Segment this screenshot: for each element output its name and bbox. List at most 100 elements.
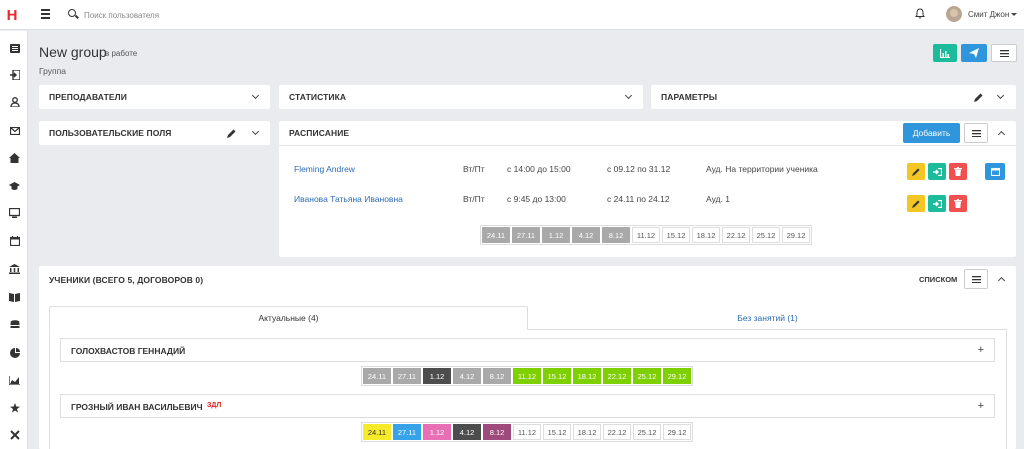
date-cell[interactable]: 24.11 bbox=[363, 368, 391, 384]
sign-in-icon[interactable] bbox=[9, 70, 20, 80]
pencil-icon[interactable] bbox=[974, 93, 983, 102]
schedule-teacher-link[interactable]: Fleming Andrew bbox=[294, 164, 355, 174]
chevron-down-icon[interactable] bbox=[1011, 13, 1017, 16]
date-cell[interactable]: 8.12 bbox=[483, 368, 511, 384]
chevron-up-icon[interactable] bbox=[997, 276, 1006, 285]
list-icon[interactable] bbox=[9, 43, 20, 53]
menu-toggle-icon[interactable] bbox=[41, 9, 50, 19]
avatar[interactable] bbox=[946, 6, 962, 22]
book-icon[interactable] bbox=[9, 292, 20, 302]
schedule-menu-button[interactable] bbox=[964, 123, 988, 143]
date-cell[interactable]: 11.12 bbox=[632, 227, 660, 243]
date-cell[interactable]: 24.11 bbox=[363, 424, 391, 440]
bell-icon[interactable] bbox=[915, 8, 925, 19]
student-row[interactable]: Грозный Иван Васильевич ЗДЛ + bbox=[60, 394, 995, 418]
list-view-toggle[interactable]: списком bbox=[919, 275, 957, 284]
delete-schedule-button[interactable] bbox=[949, 163, 967, 180]
edit-schedule-button[interactable] bbox=[907, 163, 925, 180]
expand-plus-icon[interactable]: + bbox=[978, 344, 984, 356]
student-dates: 24.11 27.11 1.12 4.12 8.12 11.12 15.12 18.12 22.… bbox=[361, 366, 693, 386]
user-name[interactable]: Смит Джон bbox=[968, 10, 1009, 19]
chevron-down-icon[interactable] bbox=[624, 91, 633, 100]
chevron-down-icon[interactable] bbox=[996, 91, 1005, 100]
monitor-icon[interactable] bbox=[9, 208, 20, 218]
date-cell[interactable]: 15.12 bbox=[662, 227, 690, 243]
student-row[interactable]: Голохвастов Геннадий + bbox=[60, 338, 995, 362]
date-cell[interactable]: 29.12 bbox=[663, 368, 691, 384]
chevron-down-icon[interactable] bbox=[251, 127, 260, 136]
date-cell[interactable]: 29.12 bbox=[663, 424, 691, 440]
students-title: Ученики (всего 5, договоров 0) bbox=[49, 275, 204, 285]
date-cell[interactable]: 15.12 bbox=[543, 368, 571, 384]
params-panel[interactable]: Параметры bbox=[651, 85, 1016, 109]
custom-fields-panel[interactable]: Пользовательские поля bbox=[39, 121, 270, 145]
date-cell[interactable]: 29.12 bbox=[782, 227, 810, 243]
stats-panel[interactable]: Статистика bbox=[279, 85, 643, 109]
pencil-icon[interactable] bbox=[227, 129, 236, 138]
date-cell[interactable]: 27.11 bbox=[512, 227, 540, 243]
date-cell[interactable]: 25.12 bbox=[752, 227, 780, 243]
star-settings-icon[interactable] bbox=[9, 403, 20, 413]
date-cell[interactable]: 8.12 bbox=[602, 227, 630, 243]
date-cell[interactable]: 15.12 bbox=[543, 424, 571, 440]
edit-schedule-button[interactable] bbox=[907, 195, 925, 212]
date-cell[interactable]: 27.11 bbox=[393, 368, 421, 384]
mail-icon[interactable] bbox=[9, 126, 20, 136]
trash-icon bbox=[954, 167, 962, 176]
date-cell[interactable]: 25.12 bbox=[633, 368, 661, 384]
search-input[interactable] bbox=[84, 7, 284, 23]
date-cell[interactable]: 22.12 bbox=[603, 368, 631, 384]
delete-schedule-button[interactable] bbox=[949, 195, 967, 212]
schedule-teacher-link[interactable]: Иванова Татьяна Ивановна bbox=[294, 194, 403, 204]
date-cell[interactable]: 1.12 bbox=[542, 227, 570, 243]
students-menu-button[interactable] bbox=[964, 269, 988, 289]
tools-icon[interactable] bbox=[9, 430, 20, 440]
send-icon bbox=[969, 48, 979, 58]
statistics-button[interactable] bbox=[933, 44, 957, 62]
trash-icon bbox=[954, 199, 962, 208]
date-cell[interactable]: 22.12 bbox=[603, 424, 631, 440]
sidebar bbox=[0, 31, 28, 449]
chevron-up-icon[interactable] bbox=[997, 130, 1006, 139]
date-cell[interactable]: 18.12 bbox=[692, 227, 720, 243]
bank-icon[interactable] bbox=[9, 264, 20, 274]
date-cell[interactable]: 4.12 bbox=[453, 424, 481, 440]
custom-fields-title: Пользовательские поля bbox=[49, 128, 172, 138]
date-cell[interactable]: 1.12 bbox=[423, 424, 451, 440]
date-cell[interactable]: 8.12 bbox=[483, 424, 511, 440]
date-cell[interactable]: 1.12 bbox=[423, 368, 451, 384]
tab-no-classes[interactable]: Без занятий (1) bbox=[528, 306, 1007, 330]
more-menu-button[interactable] bbox=[991, 44, 1017, 62]
send-button[interactable] bbox=[961, 44, 987, 62]
date-cell[interactable]: 24.11 bbox=[482, 227, 510, 243]
enter-schedule-button[interactable] bbox=[928, 163, 946, 180]
teachers-panel[interactable]: Преподаватели bbox=[39, 85, 270, 109]
tab-actual[interactable]: Актуальные (4) bbox=[49, 306, 528, 330]
add-schedule-button[interactable]: Добавить bbox=[903, 123, 960, 143]
sign-in-icon bbox=[932, 199, 942, 208]
date-cell[interactable]: 18.12 bbox=[573, 368, 601, 384]
date-cell[interactable]: 4.12 bbox=[572, 227, 600, 243]
date-cell[interactable]: 18.12 bbox=[573, 424, 601, 440]
date-cell[interactable]: 22.12 bbox=[722, 227, 750, 243]
date-cell[interactable]: 11.12 bbox=[513, 424, 541, 440]
sign-in-icon bbox=[932, 167, 942, 176]
date-cell[interactable]: 27.11 bbox=[393, 424, 421, 440]
teachers-title: Преподаватели bbox=[49, 92, 127, 102]
user-icon[interactable] bbox=[9, 97, 20, 107]
area-chart-icon[interactable] bbox=[9, 375, 20, 385]
app-logo[interactable]: H bbox=[0, 0, 24, 30]
date-cell[interactable]: 25.12 bbox=[633, 424, 661, 440]
home-icon[interactable] bbox=[9, 153, 20, 163]
graduation-cap-icon[interactable] bbox=[9, 181, 20, 191]
calendar-button[interactable] bbox=[985, 163, 1005, 180]
schedule-days: Вт/Пт bbox=[463, 164, 485, 174]
expand-plus-icon[interactable]: + bbox=[978, 400, 984, 412]
chevron-down-icon[interactable] bbox=[251, 91, 260, 100]
enter-schedule-button[interactable] bbox=[928, 195, 946, 212]
coins-icon[interactable] bbox=[9, 320, 20, 330]
date-cell[interactable]: 11.12 bbox=[513, 368, 541, 384]
pie-chart-icon[interactable] bbox=[9, 348, 20, 358]
date-cell[interactable]: 4.12 bbox=[453, 368, 481, 384]
calendar-icon[interactable] bbox=[9, 236, 20, 246]
